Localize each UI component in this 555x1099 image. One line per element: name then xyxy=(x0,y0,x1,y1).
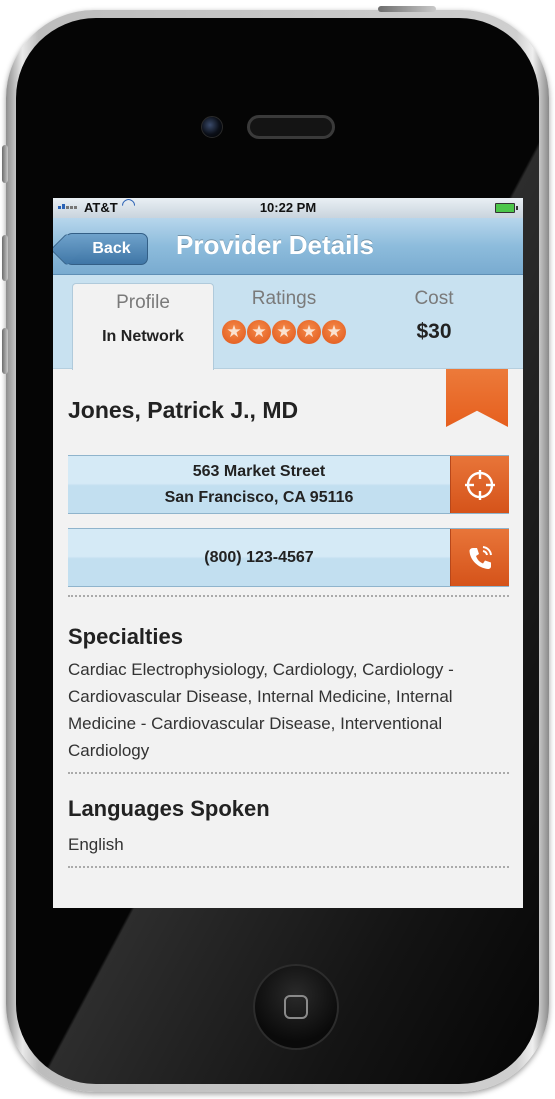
status-bar: AT&T ◠ 10:22 PM xyxy=(53,198,523,218)
specialties-text: Cardiac Electrophysiology, Cardiology, C… xyxy=(68,660,454,760)
tab-cost[interactable]: Cost $30 xyxy=(364,275,504,368)
earpiece-speaker xyxy=(247,115,335,139)
crosshair-icon xyxy=(465,469,495,500)
front-camera xyxy=(201,116,223,138)
divider xyxy=(68,595,509,597)
specialties-heading: Specialties xyxy=(68,624,183,649)
back-button[interactable]: Back xyxy=(65,233,148,265)
divider xyxy=(68,772,509,774)
phone-number-text: (800) 123-4567 xyxy=(204,548,314,566)
star-icon: ★ xyxy=(222,320,246,344)
languages-text: English xyxy=(68,835,124,854)
cost-value: $30 xyxy=(416,320,452,343)
navigation-bar: Back Provider Details xyxy=(53,218,523,275)
call-button[interactable] xyxy=(450,529,509,586)
tab-profile[interactable]: Profile In Network xyxy=(72,283,214,370)
phone-icon xyxy=(469,545,492,569)
address-line-2: San Francisco, CA 95116 xyxy=(164,488,354,506)
phone-number: (800) 123-4567 xyxy=(68,529,450,586)
provider-name: Jones, Patrick J., MD xyxy=(68,397,299,423)
page-title: Provider Details xyxy=(176,230,374,260)
divider xyxy=(68,866,509,868)
star-icon: ★ xyxy=(247,320,271,344)
tab-ratings-label: Ratings xyxy=(251,288,317,309)
rating-stars: ★ ★ ★ ★ ★ xyxy=(214,320,354,344)
silent-switch xyxy=(2,145,8,183)
tab-cost-label: Cost xyxy=(414,288,454,309)
sleep-button xyxy=(378,6,436,12)
battery-icon xyxy=(495,203,518,213)
home-button[interactable] xyxy=(253,964,339,1050)
volume-down-button xyxy=(2,328,8,374)
star-icon: ★ xyxy=(322,320,346,344)
languages-heading: Languages Spoken xyxy=(68,796,270,821)
tab-ratings[interactable]: Ratings ★ ★ ★ ★ ★ xyxy=(214,275,354,368)
bookmark-icon[interactable] xyxy=(446,369,508,427)
network-status: In Network xyxy=(102,328,184,345)
status-time: 10:22 PM xyxy=(259,200,317,215)
address-row[interactable]: 563 Market Street San Francisco, CA 9511… xyxy=(68,455,509,514)
volume-up-button xyxy=(2,235,8,281)
home-square-icon xyxy=(284,995,308,1019)
back-button-label: Back xyxy=(92,240,131,257)
phone-row[interactable]: (800) 123-4567 xyxy=(68,528,509,587)
address-text: 563 Market Street San Francisco, CA 9511… xyxy=(68,456,450,513)
app-screen: AT&T ◠ 10:22 PM Back Provider Details Pr… xyxy=(53,198,523,908)
star-icon: ★ xyxy=(272,320,296,344)
star-icon: ★ xyxy=(297,320,321,344)
tab-profile-label: Profile xyxy=(116,292,170,313)
detail-tabs: Profile In Network Ratings ★ ★ ★ ★ ★ Cos… xyxy=(53,275,523,370)
address-line-1: 563 Market Street xyxy=(192,462,326,480)
locate-button[interactable] xyxy=(450,456,509,513)
